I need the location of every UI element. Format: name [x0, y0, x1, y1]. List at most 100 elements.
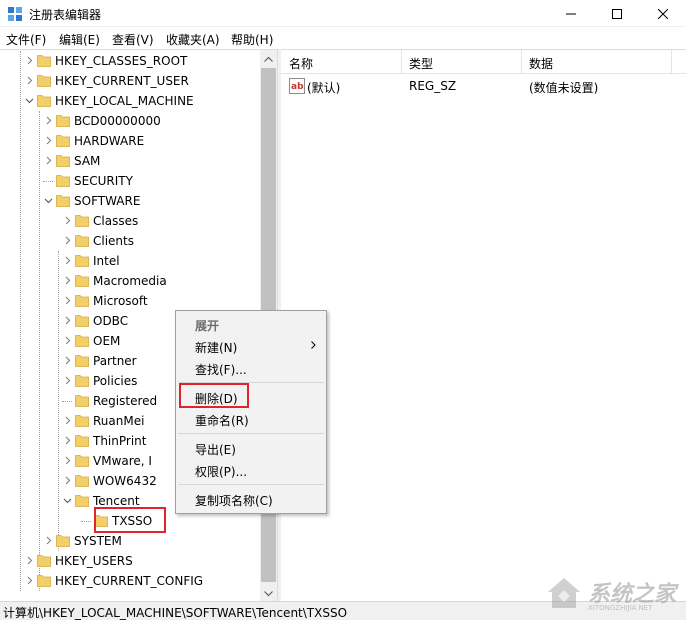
- tree-item-hkey-current-config[interactable]: HKEY_CURRENT_CONFIG: [0, 571, 260, 591]
- column-divider[interactable]: [401, 50, 402, 74]
- tree-item-sam[interactable]: SAM: [0, 151, 260, 171]
- menu-edit[interactable]: 编辑(E): [59, 31, 100, 48]
- tree-item-security[interactable]: SECURITY: [0, 171, 260, 191]
- folder-icon: [75, 415, 89, 427]
- menu-item-expand[interactable]: 展开: [176, 313, 326, 335]
- chevron-right-icon[interactable]: [63, 456, 72, 465]
- close-icon: [658, 8, 668, 19]
- tree-item-classes[interactable]: Classes: [0, 211, 260, 231]
- chevron-right-icon[interactable]: [63, 376, 72, 385]
- tree-item-software[interactable]: SOFTWARE: [0, 191, 260, 211]
- tree-item-hkey-users[interactable]: HKEY_USERS: [0, 551, 260, 571]
- menu-item-permissions[interactable]: 权限(P)...: [176, 459, 326, 481]
- tree-item-label: RuanMei: [93, 414, 145, 428]
- chevron-down-icon: [264, 590, 273, 596]
- tree-item-label: Intel: [93, 254, 120, 268]
- menu-item-rename[interactable]: 重命名(R): [176, 408, 326, 430]
- maximize-button[interactable]: [594, 0, 640, 27]
- folder-icon: [56, 535, 70, 547]
- tree-item-microsoft[interactable]: Microsoft: [0, 291, 260, 311]
- chevron-right-icon[interactable]: [25, 56, 34, 65]
- minimize-button[interactable]: [548, 0, 594, 27]
- menu-favorites[interactable]: 收藏夹(A): [166, 31, 220, 48]
- folder-icon: [56, 115, 70, 127]
- watermark-logo: 系统之家 XITONGZHIJIA.NET: [538, 570, 684, 618]
- list-row[interactable]: ab (默认) REG_SZ (数值未设置): [281, 76, 686, 96]
- menu-file[interactable]: 文件(F): [6, 31, 46, 48]
- folder-icon: [37, 75, 51, 87]
- chevron-right-icon[interactable]: [63, 336, 72, 345]
- value-list[interactable]: 名称 类型 数据 ab (默认) REG_SZ (数值未设置): [281, 49, 686, 601]
- menu-item-find[interactable]: 查找(F)...: [176, 357, 326, 379]
- string-value-icon: ab: [289, 78, 305, 94]
- tree-item-label: Tencent: [93, 494, 140, 508]
- menu-view[interactable]: 查看(V): [112, 31, 154, 48]
- chevron-down-icon[interactable]: [63, 496, 72, 505]
- chevron-right-icon[interactable]: [63, 256, 72, 265]
- chevron-right-icon[interactable]: [44, 136, 53, 145]
- tree-item-hkey-current-user[interactable]: HKEY_CURRENT_USER: [0, 71, 260, 91]
- chevron-right-icon[interactable]: [25, 556, 34, 565]
- tree-item-bcd00000000[interactable]: BCD00000000: [0, 111, 260, 131]
- folder-icon: [75, 455, 89, 467]
- chevron-right-icon[interactable]: [63, 296, 72, 305]
- chevron-right-icon[interactable]: [25, 576, 34, 585]
- chevron-right-icon[interactable]: [63, 416, 72, 425]
- tree-item-label: SYSTEM: [74, 534, 122, 548]
- tree-item-hkey-local-machine[interactable]: HKEY_LOCAL_MACHINE: [0, 91, 260, 111]
- column-divider[interactable]: [521, 50, 522, 74]
- submenu-arrow-icon: [311, 341, 316, 349]
- tree-item-label: ODBC: [93, 314, 129, 328]
- tree-item-hkey-classes-root[interactable]: HKEY_CLASSES_ROOT: [0, 51, 260, 71]
- chevron-right-icon[interactable]: [63, 356, 72, 365]
- chevron-right-icon[interactable]: [44, 536, 53, 545]
- tree-item-label: SOFTWARE: [74, 194, 141, 208]
- menu-item-export[interactable]: 导出(E): [176, 437, 326, 459]
- folder-icon: [75, 255, 89, 267]
- maximize-icon: [612, 8, 622, 19]
- tree-item-intel[interactable]: Intel: [0, 251, 260, 271]
- column-data[interactable]: 数据: [529, 55, 553, 72]
- svg-text:ab: ab: [291, 82, 304, 92]
- tree-item-label: HKEY_LOCAL_MACHINE: [55, 94, 194, 108]
- tree-item-label: VMware, I: [93, 454, 152, 468]
- tree-item-clients[interactable]: Clients: [0, 231, 260, 251]
- tree-item-label: Classes: [93, 214, 139, 228]
- close-button[interactable]: [640, 0, 686, 27]
- chevron-right-icon[interactable]: [44, 156, 53, 165]
- regedit-icon: [8, 7, 22, 21]
- folder-icon: [37, 95, 51, 107]
- column-type[interactable]: 类型: [409, 55, 433, 72]
- value-data: (数值未设置): [529, 81, 599, 95]
- chevron-right-icon[interactable]: [44, 116, 53, 125]
- menu-separator: [178, 433, 324, 434]
- house-logo-icon: [548, 578, 580, 608]
- chevron-down-icon[interactable]: [25, 96, 34, 105]
- chevron-right-icon[interactable]: [25, 76, 34, 85]
- chevron-right-icon[interactable]: [63, 476, 72, 485]
- chevron-right-icon[interactable]: [63, 436, 72, 445]
- tree-connector-line: [62, 401, 72, 402]
- tree-item-system[interactable]: SYSTEM: [0, 531, 260, 551]
- scroll-down-button[interactable]: [260, 585, 277, 601]
- menu-bar: 文件(F) 编辑(E) 查看(V) 收藏夹(A) 帮助(H): [0, 28, 686, 48]
- column-divider[interactable]: [671, 50, 672, 74]
- chevron-down-icon[interactable]: [44, 196, 53, 205]
- folder-icon: [75, 495, 89, 507]
- menu-item-new[interactable]: 新建(N): [176, 335, 326, 357]
- folder-icon: [56, 155, 70, 167]
- tree-item-hardware[interactable]: HARDWARE: [0, 131, 260, 151]
- tree-item-label: Policies: [93, 374, 138, 388]
- scroll-up-button[interactable]: [260, 50, 277, 67]
- menu-help[interactable]: 帮助(H): [231, 31, 273, 48]
- context-menu: 展开 新建(N) 查找(F)... 删除(D) 重命名(R) 导出(E) 权限(…: [175, 310, 327, 514]
- value-type: REG_SZ: [409, 79, 457, 93]
- menu-item-copy-key-name[interactable]: 复制项名称(C): [176, 488, 326, 510]
- tree-item-macromedia[interactable]: Macromedia: [0, 271, 260, 291]
- chevron-right-icon[interactable]: [63, 316, 72, 325]
- tree-item-label: Partner: [93, 354, 137, 368]
- chevron-right-icon[interactable]: [63, 276, 72, 285]
- chevron-right-icon[interactable]: [63, 216, 72, 225]
- column-name[interactable]: 名称: [289, 55, 313, 72]
- chevron-right-icon[interactable]: [63, 236, 72, 245]
